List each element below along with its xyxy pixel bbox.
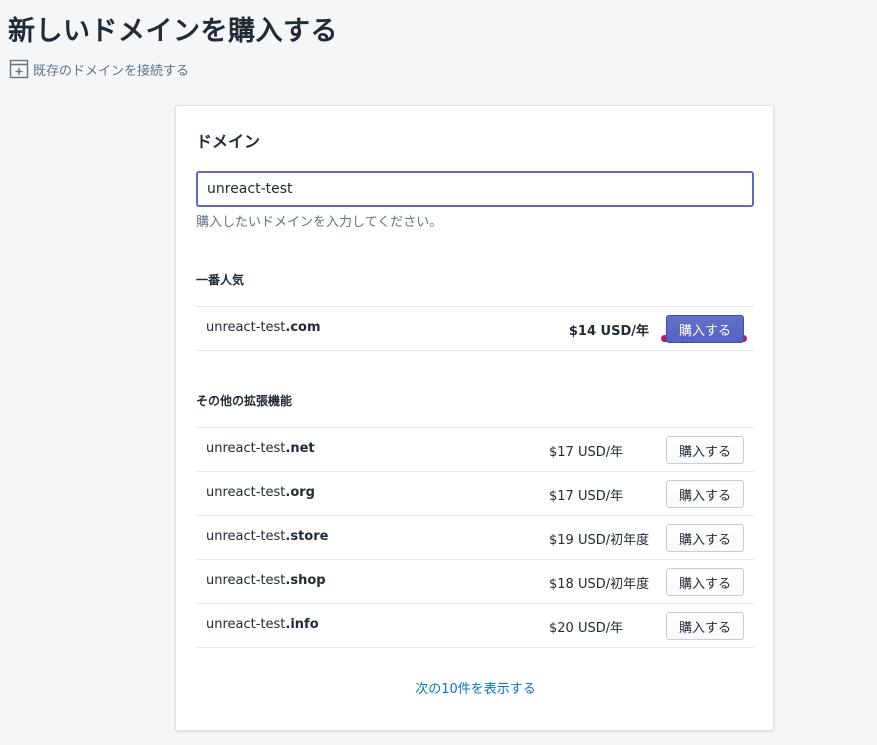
domain-row: unreact-test.org $17 USD/年 購入する (196, 471, 754, 515)
page-title: 新しいドメインを購入する (8, 16, 338, 47)
domain-row-featured: unreact-test.com $14 USD/年 購入する (196, 306, 754, 351)
domain-row: unreact-test.shop $18 USD/初年度 購入する (196, 559, 754, 603)
connect-existing-domain-link[interactable]: 既存のドメインを接続する (9, 59, 189, 79)
domain-name: unreact-test.info (206, 617, 319, 632)
card-title: ドメイン (196, 132, 261, 151)
buy-button-com[interactable]: 購入する (666, 315, 744, 343)
domain-name: unreact-test.org (206, 485, 315, 500)
domain-price: $19 USD/初年度 (549, 533, 650, 548)
domain-search-input[interactable] (196, 171, 754, 207)
domain-name: unreact-test.com (206, 320, 321, 335)
popular-heading: 一番人気 (196, 273, 245, 287)
buy-button-org[interactable]: 購入する (666, 480, 744, 508)
show-next-10-link[interactable]: 次の10件を表示する (176, 678, 775, 697)
domain-price: $17 USD/年 (549, 489, 624, 504)
connect-link-label: 既存のドメインを接続する (33, 63, 190, 79)
domain-price: $17 USD/年 (549, 445, 624, 460)
buy-button-net[interactable]: 購入する (666, 436, 744, 464)
other-extensions-heading: その他の拡張機能 (196, 394, 293, 408)
domain-row: unreact-test.net $17 USD/年 購入する (196, 427, 754, 471)
page: 新しいドメインを購入する 既存のドメインを接続する ドメイン 購入したいドメイン… (0, 0, 877, 745)
input-help-text: 購入したいドメインを入力してください。 (196, 215, 443, 230)
buy-button-shop[interactable]: 購入する (666, 568, 744, 596)
domain-row: unreact-test.store $19 USD/初年度 購入する (196, 515, 754, 559)
domain-name: unreact-test.shop (206, 573, 326, 588)
domain-name: unreact-test.net (206, 441, 315, 456)
domain-price: $18 USD/初年度 (549, 577, 650, 592)
domain-price: $20 USD/年 (549, 621, 624, 636)
domain-card: ドメイン 購入したいドメインを入力してください。 一番人気 unreact-te… (175, 105, 774, 731)
buy-button-info[interactable]: 購入する (666, 612, 744, 640)
domain-name: unreact-test.store (206, 529, 329, 544)
domain-row: unreact-test.info $20 USD/年 購入する (196, 603, 754, 648)
add-window-icon (9, 59, 29, 79)
buy-button-store[interactable]: 購入する (666, 524, 744, 552)
domain-price: $14 USD/年 (568, 324, 649, 339)
